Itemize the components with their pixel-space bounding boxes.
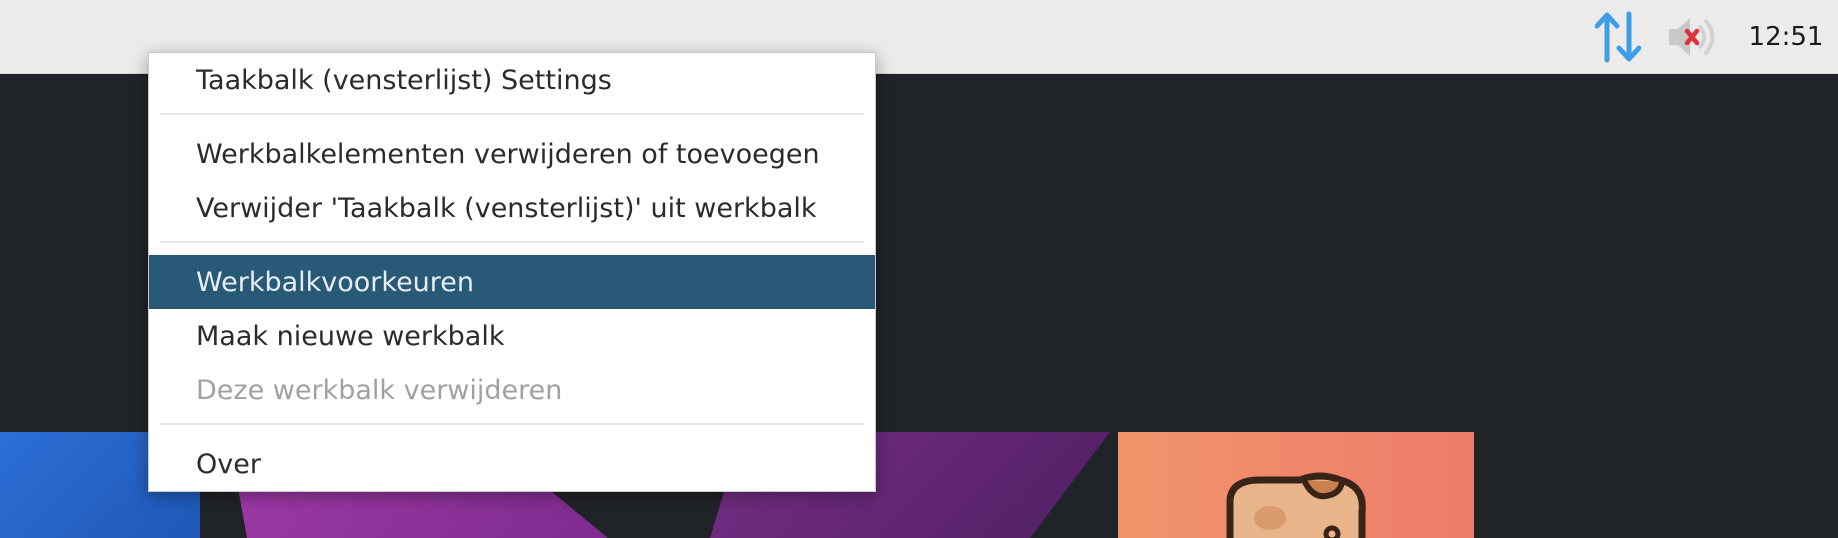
menu-item-panel-preferences[interactable]: Werkbalkvoorkeuren <box>149 255 875 309</box>
network-transfer-arrows-icon <box>1595 11 1641 63</box>
mascot-icon <box>1226 472 1366 538</box>
network-tray-button[interactable] <box>1588 0 1648 74</box>
menu-separator <box>160 423 864 425</box>
screen: 12:51 Taakbalk (vensterlijst) Settings W… <box>0 0 1838 538</box>
menu-item-delete-panel: Deze werkbalk verwijderen <box>196 374 563 406</box>
menu-item-add-remove-widgets[interactable]: Werkbalkelementen verwijderen of toevoeg… <box>149 127 875 181</box>
menu-item-remove-taskbar[interactable]: Verwijder 'Taakbalk (vensterlijst)' uit … <box>149 181 875 235</box>
desktop-tile-orange[interactable] <box>1118 432 1474 538</box>
menu-item-new-panel[interactable]: Maak nieuwe werkbalk <box>149 309 875 363</box>
menu-item-about[interactable]: Over <box>149 437 875 491</box>
volume-muted-icon <box>1669 18 1715 56</box>
menu-separator <box>160 113 864 115</box>
volume-tray-button[interactable] <box>1664 0 1724 74</box>
menu-item-taskbar-settings[interactable]: Taakbalk (vensterlijst) Settings <box>149 53 875 107</box>
panel-context-menu: Taakbalk (vensterlijst) Settings Werkbal… <box>148 52 876 492</box>
clock[interactable]: 12:51 <box>1740 0 1832 74</box>
menu-separator <box>160 241 864 243</box>
